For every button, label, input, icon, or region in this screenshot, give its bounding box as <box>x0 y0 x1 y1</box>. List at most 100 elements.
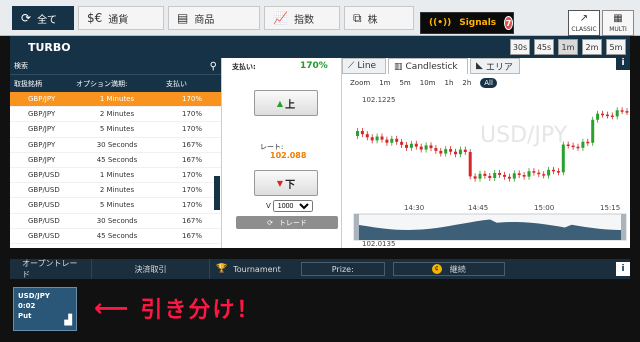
candle-body <box>449 149 453 152</box>
zoom-5m[interactable]: 5m <box>399 79 410 87</box>
asset-row[interactable]: GBP/JPY 45 Seconds 167% <box>10 153 221 168</box>
signals-count-badge: 7 <box>504 16 513 30</box>
trade-button[interactable]: ⟳ トレード <box>236 216 338 229</box>
candle-body <box>610 115 614 118</box>
col-expiry[interactable]: オプション満期: <box>72 79 162 89</box>
tournament-label[interactable]: Tournament <box>233 265 281 274</box>
classic-view-button[interactable]: ↗ CLASSIC <box>568 10 600 36</box>
asset-row[interactable]: GBP/USD 30 Seconds 167% <box>10 214 221 229</box>
gold-bars-icon: ▤ <box>177 11 189 25</box>
asset-search[interactable]: 検索 ⚲ <box>10 58 221 74</box>
tab-all-label: 全て <box>37 14 58 26</box>
x-tick-1430: 14:30 <box>404 204 424 212</box>
timeframe-1m[interactable]: 1m <box>558 39 578 55</box>
asset-row[interactable]: GBP/USD 2 Minutes 170% <box>10 183 221 199</box>
zoom-2h[interactable]: 2h <box>462 79 471 87</box>
timeframe-5m[interactable]: 5m <box>606 39 626 55</box>
asset-row-expiry: 5 Minutes <box>99 125 135 134</box>
candle-body <box>478 173 482 179</box>
candle-body <box>581 141 585 148</box>
asset-row-expiry: 2 Minutes <box>99 110 135 119</box>
zoom-1h[interactable]: 1h <box>444 79 453 87</box>
asset-row[interactable]: GBP/USD 45 Seconds 167% <box>10 229 221 244</box>
asset-row[interactable]: GBP/JPY 30 Seconds 167% <box>10 138 221 153</box>
classic-label: CLASSIC <box>571 26 597 33</box>
search-icon[interactable]: ⚲ <box>210 61 217 72</box>
chart-tab-candlestick[interactable]: ▥ Candlestick <box>388 58 468 74</box>
zoom-label: Zoom <box>350 79 371 87</box>
x-tick-1500: 15:00 <box>534 204 554 212</box>
tab-currency-label: 通貨 <box>108 14 129 26</box>
timeframe-2m[interactable]: 2m <box>582 39 602 55</box>
tab-shares[interactable]: ⧉ 株 <box>344 6 414 30</box>
asset-row[interactable]: GBP/JPY 5 Minutes 170% <box>10 122 221 138</box>
asset-scrollbar[interactable] <box>214 176 220 210</box>
asset-row-asset: GBP/JPY <box>28 125 56 134</box>
search-input[interactable]: 検索 <box>14 61 28 71</box>
x-tick-1515: 15:15 <box>600 204 620 212</box>
tab-all[interactable]: ⟳ 全て <box>12 6 74 30</box>
tab-indices-label: 指数 <box>293 14 314 26</box>
zoom-1m[interactable]: 1m <box>379 79 390 87</box>
asset-row[interactable]: GBP/JPY 1 Minutes 170% <box>10 92 221 108</box>
candle-body <box>601 113 604 116</box>
candle-body <box>370 137 374 141</box>
candle-body <box>409 143 413 148</box>
zoom-bar: Zoom 1m 5m 10m 1h 2h All <box>350 78 497 88</box>
candle-body <box>429 145 433 149</box>
coin-icon: ¢ <box>431 264 442 274</box>
grid-icon: ▦ <box>613 13 623 24</box>
asset-row[interactable]: GBP/USD 1 Minutes 170% <box>10 168 221 184</box>
asset-row[interactable]: GBP/USD 5 Minutes 170% <box>10 198 221 214</box>
candle-body <box>566 144 570 147</box>
amount-select[interactable]: 1000 <box>272 200 313 212</box>
candle-body <box>527 171 531 177</box>
tab-open-trades[interactable]: オープントレード <box>10 259 92 279</box>
tab-closed-trades[interactable]: 決済取引 <box>92 259 210 279</box>
asset-table-header: 取扱銘柄 オプション満期: 支払い <box>10 74 221 92</box>
multi-label: MULTI <box>609 26 627 33</box>
asset-row-asset: GBP/USD <box>28 201 60 210</box>
bottom-info-button[interactable]: i <box>616 262 630 276</box>
col-asset[interactable]: 取扱銘柄 <box>10 79 72 89</box>
asset-list-panel: 検索 ⚲ 取扱銘柄 オプション満期: 支払い GBP/JPY 1 Minutes 1… <box>10 58 222 248</box>
multi-view-button[interactable]: ▦ MULTI <box>602 10 634 36</box>
signals-button[interactable]: ((•)) Signals 7 <box>420 12 514 34</box>
price-chart[interactable]: USD/JPY 102.1225 102.0135 14:30 14:45 15… <box>342 92 630 248</box>
candle-body <box>360 131 364 135</box>
asset-row[interactable]: GBP/JPY 2 Minutes 170% <box>10 107 221 123</box>
col-payout[interactable]: 支払い <box>162 79 208 89</box>
candle-body <box>414 143 418 147</box>
asset-row-asset: GBP/JPY <box>28 155 56 164</box>
asset-row-asset: GBP/JPY <box>28 95 56 104</box>
continue-label: 継続 <box>449 264 466 274</box>
tab-commodities-label: 商品 <box>194 14 215 26</box>
candle-body <box>576 146 580 149</box>
turbo-panel: TURBO 30s 45s 1m 2m 5m 検索 ⚲ 取扱銘柄 オプション満期… <box>10 36 630 248</box>
call-up-button[interactable]: ▲ 上 <box>254 90 318 116</box>
chart-tab-line[interactable]: ⟋ Line <box>342 58 386 74</box>
tab-indices[interactable]: 📈 指数 <box>264 6 340 30</box>
prize-field: Prize: <box>300 262 385 276</box>
timeframe-30s[interactable]: 30s <box>510 39 530 55</box>
zoom-all[interactable]: All <box>480 78 497 88</box>
navigator-handle-left[interactable] <box>354 214 359 240</box>
chart-tab-line-label: Line <box>357 61 377 71</box>
open-trade-card[interactable]: USD/JPY 0:02 Put ▟ <box>13 287 77 331</box>
trade-button-label: トレード <box>278 218 307 227</box>
tab-commodities[interactable]: ▤ 商品 <box>168 6 260 30</box>
candle-body <box>400 141 404 145</box>
info-button[interactable]: i <box>616 56 630 70</box>
put-down-button[interactable]: ▼ 下 <box>254 170 318 196</box>
zoom-10m[interactable]: 10m <box>420 79 436 87</box>
navigator-handle-right[interactable] <box>621 214 626 240</box>
continue-field[interactable]: ¢ 継続 <box>392 262 505 276</box>
chart-tab-area[interactable]: ◣ エリア <box>470 58 520 74</box>
signal-bars-icon: ▟ <box>64 315 72 326</box>
candle-body <box>385 139 389 143</box>
tab-currency[interactable]: $€ 通貨 <box>78 6 164 30</box>
asset-row-payout: 167% <box>181 140 202 149</box>
x-tick-1445: 14:45 <box>468 204 488 212</box>
trade-panel: 支払い: 170% ▲ 上 レート: 102.088 ▼ 下 V 1000 ⟳ … <box>222 58 342 248</box>
timeframe-45s[interactable]: 45s <box>534 39 554 55</box>
